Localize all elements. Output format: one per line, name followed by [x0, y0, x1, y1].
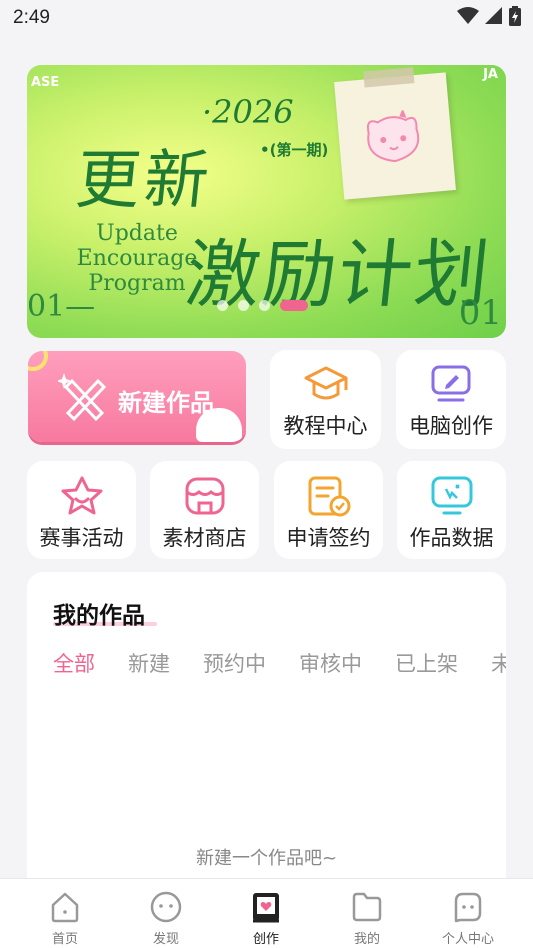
tutorial-center-label: 教程中心	[283, 414, 368, 438]
data-screen-icon	[431, 476, 473, 515]
mascot-decoration	[196, 408, 242, 442]
carousel-indicator	[217, 300, 308, 311]
graduation-cap-icon	[304, 366, 348, 400]
wifi-icon	[457, 7, 479, 24]
nav-label-create: 创作	[252, 932, 279, 947]
banner-issue: •(第一期)	[260, 141, 329, 159]
status-icons	[457, 6, 521, 26]
discover-icon	[150, 891, 182, 923]
banner-subtitle: Update Encourage Program	[76, 221, 198, 296]
banner-corner-left: 01—	[27, 289, 96, 324]
nav-label-mine: 我的	[353, 932, 380, 947]
tape	[363, 67, 415, 88]
tab-reserved[interactable]: 预约中	[203, 648, 266, 678]
new-work-button[interactable]: 新建作品	[28, 351, 246, 442]
contract-check-icon	[308, 476, 351, 517]
folder-icon	[352, 892, 382, 922]
pc-creation-button[interactable]: 电脑创作	[396, 350, 506, 449]
apply-contract-label: 申请签约	[286, 526, 371, 550]
profile-icon	[454, 892, 482, 923]
apply-contract-button[interactable]: 申请签约	[274, 461, 383, 559]
work-data-button[interactable]: 作品数据	[397, 461, 506, 559]
carousel-dot[interactable]	[217, 300, 228, 311]
events-button[interactable]: 赛事活动	[27, 461, 136, 559]
banner-title-1: 更新	[72, 144, 217, 218]
material-store-label: 素材商店	[162, 526, 247, 550]
status-bar: 2:49	[0, 0, 533, 38]
create-icon	[253, 893, 279, 923]
tab-new[interactable]: 新建	[128, 648, 170, 678]
empty-state-text: 新建一个作品吧~	[195, 848, 338, 869]
home-icon	[51, 892, 79, 923]
status-time: 2:49	[13, 7, 50, 28]
carousel-dot[interactable]	[238, 300, 249, 311]
tutorial-center-button[interactable]: 教程中心	[270, 350, 381, 449]
tab-reviewing[interactable]: 审核中	[299, 648, 362, 678]
nav-label-home: 首页	[51, 932, 78, 947]
new-work-label: 新建作品	[118, 389, 214, 417]
bottom-nav: 首页 发现 创作 我的 个人中心	[0, 878, 533, 948]
banner-corner-top-right: JA	[483, 67, 498, 82]
star-icon	[61, 476, 103, 515]
battery-icon	[509, 6, 521, 26]
banner-year: ·2026	[202, 93, 294, 131]
tab-published[interactable]: 已上架	[395, 648, 458, 678]
banner-sticky-note	[334, 67, 456, 200]
signal-icon	[485, 7, 502, 24]
banner-corner-top-left: ASE	[31, 75, 60, 90]
events-label: 赛事活动	[39, 526, 124, 550]
pc-creation-label: 电脑创作	[409, 414, 493, 438]
my-works-title: 我的作品	[53, 603, 145, 629]
banner-corner-right: 01	[458, 293, 502, 333]
works-tabs: 全部 新建 预约中 审核中 已上架 未	[53, 648, 506, 678]
pencil-ruler-icon	[58, 373, 107, 422]
carousel-dot-active[interactable]	[280, 300, 308, 311]
monitor-edit-icon	[431, 365, 471, 402]
material-store-button[interactable]: 素材商店	[150, 461, 259, 559]
nav-label-discover: 发现	[152, 932, 179, 947]
nav-label-profile: 个人中心	[441, 932, 494, 947]
my-works-panel: 我的作品 全部 新建 预约中 审核中 已上架 未 新建一个作品吧~	[27, 572, 506, 882]
carousel-dot[interactable]	[259, 300, 270, 311]
cat-icon	[366, 108, 420, 163]
tab-all[interactable]: 全部	[53, 648, 95, 678]
decor-ring	[28, 351, 48, 371]
promo-banner[interactable]: ASE JA 更新 ·2026 •(第一期) 激励计划 Update Encou…	[27, 65, 506, 338]
work-data-label: 作品数据	[409, 526, 494, 550]
tab-unpublished[interactable]: 未	[491, 648, 506, 678]
store-icon	[185, 477, 225, 515]
